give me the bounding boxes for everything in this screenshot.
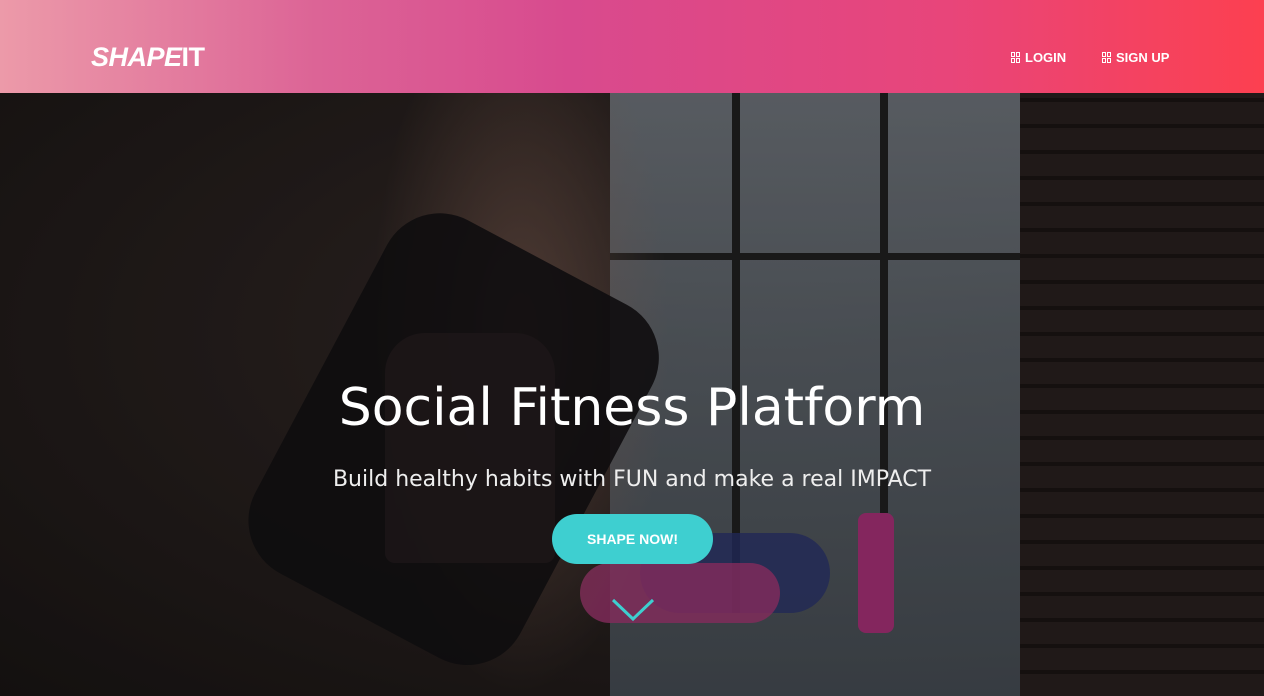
dashboard-icon: [1011, 52, 1021, 63]
hero-section: Social Fitness Platform Build healthy ha…: [0, 93, 1264, 696]
shape-now-button[interactable]: SHAPE NOW!: [552, 514, 713, 564]
signup-link[interactable]: SIGN UP: [1102, 50, 1169, 65]
login-link[interactable]: LOGIN: [1011, 50, 1066, 65]
chevron-down-icon[interactable]: [611, 598, 655, 622]
logo-text-shape: SHAPE: [91, 42, 182, 72]
hero-subtitle: Build healthy habits with FUN and make a…: [332, 467, 932, 492]
hero-title: Social Fitness Platform: [338, 378, 926, 438]
signup-label: SIGN UP: [1116, 50, 1170, 65]
site-header: SHAPEIT LOGIN SIGN UP: [0, 0, 1264, 93]
login-label: LOGIN: [1025, 50, 1067, 65]
dashboard-icon: [1102, 52, 1112, 63]
logo[interactable]: SHAPEIT: [91, 42, 205, 73]
logo-text-it: IT: [181, 42, 206, 72]
